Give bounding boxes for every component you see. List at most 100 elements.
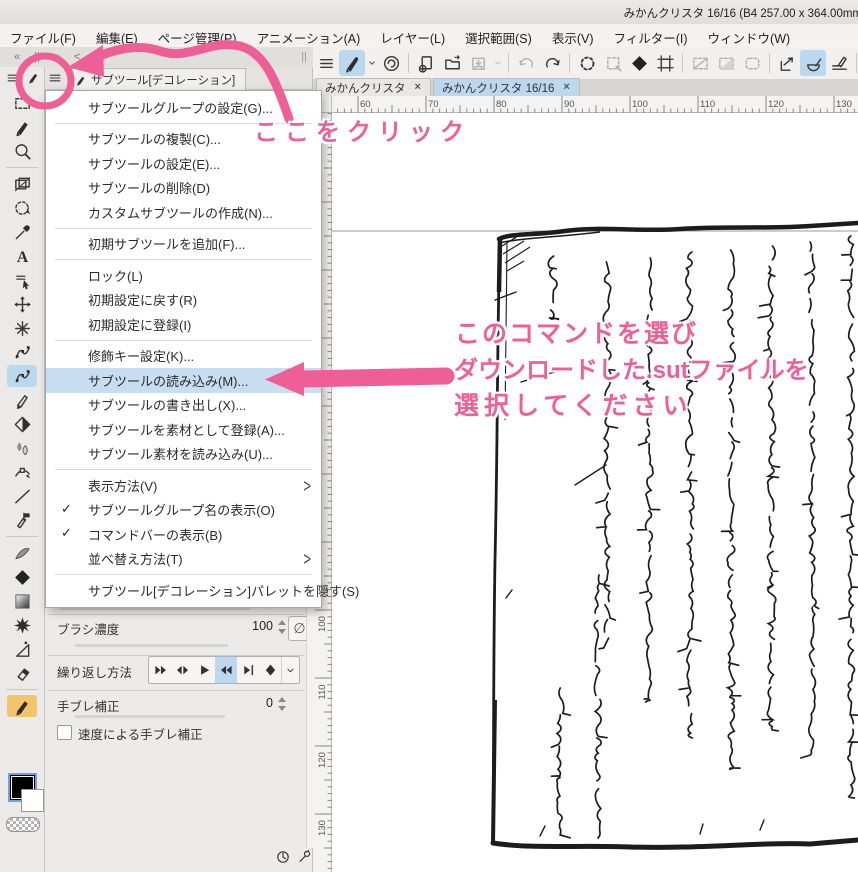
dock-glyph-1[interactable]: || — [34, 51, 40, 63]
tool-current-decoration-pen[interactable] — [0, 694, 44, 718]
pen-select-button[interactable] — [339, 50, 365, 76]
crop-frame-button[interactable] — [652, 50, 678, 76]
context-menu-item-5[interactable]: カスタムサブツールの作成(N)... — [46, 200, 321, 225]
menubar-item-8[interactable]: ウィンドウ(W) — [698, 24, 801, 47]
tool-pattern-brush[interactable] — [0, 613, 44, 637]
save-button[interactable] — [465, 50, 491, 76]
context-menu-item-15[interactable]: サブツールの書き出し(X)... — [46, 393, 321, 418]
context-menu-item-20[interactable]: ✓サブツールグループ名の表示(O) — [46, 498, 321, 523]
subtool-palette-menu-button[interactable] — [47, 71, 63, 85]
brush-density-value[interactable]: 100 — [241, 619, 273, 633]
brush-density-slider[interactable] — [75, 644, 228, 647]
context-menu-item-16[interactable]: サブツールを素材として登録(A)... — [46, 417, 321, 442]
select-rounded-button[interactable] — [739, 50, 765, 76]
menubar-item-2[interactable]: ページ管理(P) — [148, 24, 247, 47]
menubar-item-0[interactable]: ファイル(F) — [0, 24, 86, 47]
stabilization-slider[interactable] — [75, 715, 225, 718]
snap-special-button[interactable] — [800, 50, 826, 76]
tool-zoom[interactable] — [0, 139, 44, 163]
refresh-button[interactable] — [574, 50, 600, 76]
repeat-option-rep-pingpong[interactable] — [171, 657, 193, 683]
tool-decoration-b[interactable] — [0, 364, 44, 388]
tool-eyedropper[interactable] — [0, 220, 44, 244]
clip-spiral-button[interactable] — [378, 50, 404, 76]
canvas[interactable] — [332, 113, 858, 872]
sub-color-swatch[interactable] — [21, 789, 44, 812]
stroke-preview-button[interactable] — [274, 848, 292, 866]
context-menu-item-4[interactable]: サブツールの削除(D) — [46, 176, 321, 201]
brush-density-stepper[interactable] — [278, 619, 287, 635]
dock-glyph-2[interactable]: « — [54, 51, 60, 63]
tool-fill[interactable] — [0, 565, 44, 589]
context-menu-item-3[interactable]: サブツールの設定(E)... — [46, 151, 321, 176]
snap-ruler-button[interactable] — [774, 50, 800, 76]
document-tab-0[interactable]: みかんクリスタ× — [316, 78, 431, 96]
context-menu-item-22[interactable]: 並べ替え方法(T)> — [46, 547, 321, 572]
tool-move[interactable] — [0, 292, 44, 316]
dock-glyph-0[interactable]: « — [14, 51, 20, 63]
stabilization-value[interactable]: 0 — [245, 696, 273, 710]
select-triangle-button[interactable] — [713, 50, 739, 76]
menubar-item-5[interactable]: 選択範囲(S) — [455, 24, 542, 47]
repeat-option-rep-skip[interactable] — [149, 657, 171, 683]
menubar-item-7[interactable]: フィルター(I) — [603, 24, 697, 47]
undo-button[interactable] — [513, 50, 539, 76]
tool-wand[interactable] — [0, 316, 44, 340]
open-file-button[interactable] — [439, 50, 465, 76]
paste-frame-button[interactable] — [600, 50, 626, 76]
menubar-item-4[interactable]: レイヤー(L) — [370, 24, 455, 47]
tool-text[interactable]: A — [0, 244, 44, 268]
new-page-button[interactable] — [413, 50, 439, 76]
select-diagonal-button[interactable] — [687, 50, 713, 76]
menubar-item-1[interactable]: 編集(E) — [86, 24, 148, 47]
repeat-option-rep-play[interactable] — [193, 657, 215, 683]
context-menu-item-21[interactable]: ✓コマンドバーの表示(B) — [46, 522, 321, 547]
context-menu-item-13[interactable]: 修飾キー設定(K)... — [46, 344, 321, 369]
menubar-item-6[interactable]: 表示(V) — [542, 24, 604, 47]
tool-eraser[interactable] — [0, 412, 44, 436]
tab-close-icon[interactable]: × — [563, 82, 569, 93]
panel-scrollbar[interactable] — [306, 601, 315, 848]
tool-line[interactable] — [0, 484, 44, 508]
context-menu-item-7[interactable]: 初期サブツールを追加(F)... — [46, 232, 321, 257]
context-menu-item-17[interactable]: サブツール素材を読み込み(U)... — [46, 442, 321, 467]
tool-figure[interactable] — [0, 637, 44, 661]
chevron-down-button[interactable] — [365, 50, 378, 76]
subtool-palette-tab[interactable]: サブツール[デコレーション] — [68, 68, 246, 90]
tool-operation[interactable] — [0, 268, 44, 292]
tool-fountain-pen[interactable] — [0, 388, 44, 412]
tool-auto-select[interactable] — [0, 196, 44, 220]
menu-button[interactable] — [313, 50, 339, 76]
dock-glyph-3[interactable]: < — [74, 51, 80, 63]
repeat-option-rep-diamond[interactable] — [259, 657, 281, 683]
repeat-option-rep-back[interactable] — [215, 657, 237, 683]
settings-wrench-button[interactable] — [295, 848, 313, 866]
tool-gradient[interactable] — [0, 589, 44, 613]
tool-frame-border[interactable] — [0, 172, 44, 196]
context-menu-item-2[interactable]: サブツールの複製(C)... — [46, 127, 321, 152]
fill-diamond-button[interactable] — [626, 50, 652, 76]
tool-blend[interactable] — [0, 436, 44, 460]
document-tab-1[interactable]: みかんクリスタ 16/16× — [433, 78, 580, 96]
context-menu-item-10[interactable]: 初期設定に戻す(R) — [46, 288, 321, 313]
tool-selection-marquee[interactable] — [0, 91, 44, 115]
transparent-color-swatch[interactable] — [6, 817, 40, 832]
context-menu-item-11[interactable]: 初期設定に登録(I) — [46, 312, 321, 337]
context-menu-item-19[interactable]: 表示方法(V)> — [46, 473, 321, 498]
repeat-dropdown-button[interactable] — [281, 657, 299, 683]
chevron-down-button[interactable] — [491, 50, 504, 76]
tool-kneaded-eraser[interactable] — [0, 661, 44, 685]
context-menu-item-0[interactable]: サブツールグループの設定(G)... — [46, 95, 321, 120]
menubar-item-3[interactable]: アニメーション(A) — [247, 24, 371, 47]
redo-button[interactable] — [539, 50, 565, 76]
context-menu-item-24[interactable]: サブツール[デコレーション]パレットを隠す(S) — [46, 578, 321, 603]
stabilization-stepper[interactable] — [278, 696, 287, 712]
speed-stabilization-checkbox[interactable] — [57, 725, 72, 740]
tool-decoration-a[interactable] — [0, 340, 44, 364]
tool-palette-menu-button[interactable] — [5, 71, 21, 85]
tool-pen[interactable] — [0, 115, 44, 139]
context-menu-item-9[interactable]: ロック(L) — [46, 263, 321, 288]
tool-airbrush[interactable] — [0, 541, 44, 565]
tool-flag-pen[interactable] — [0, 508, 44, 532]
tool-figure-path[interactable] — [0, 460, 44, 484]
